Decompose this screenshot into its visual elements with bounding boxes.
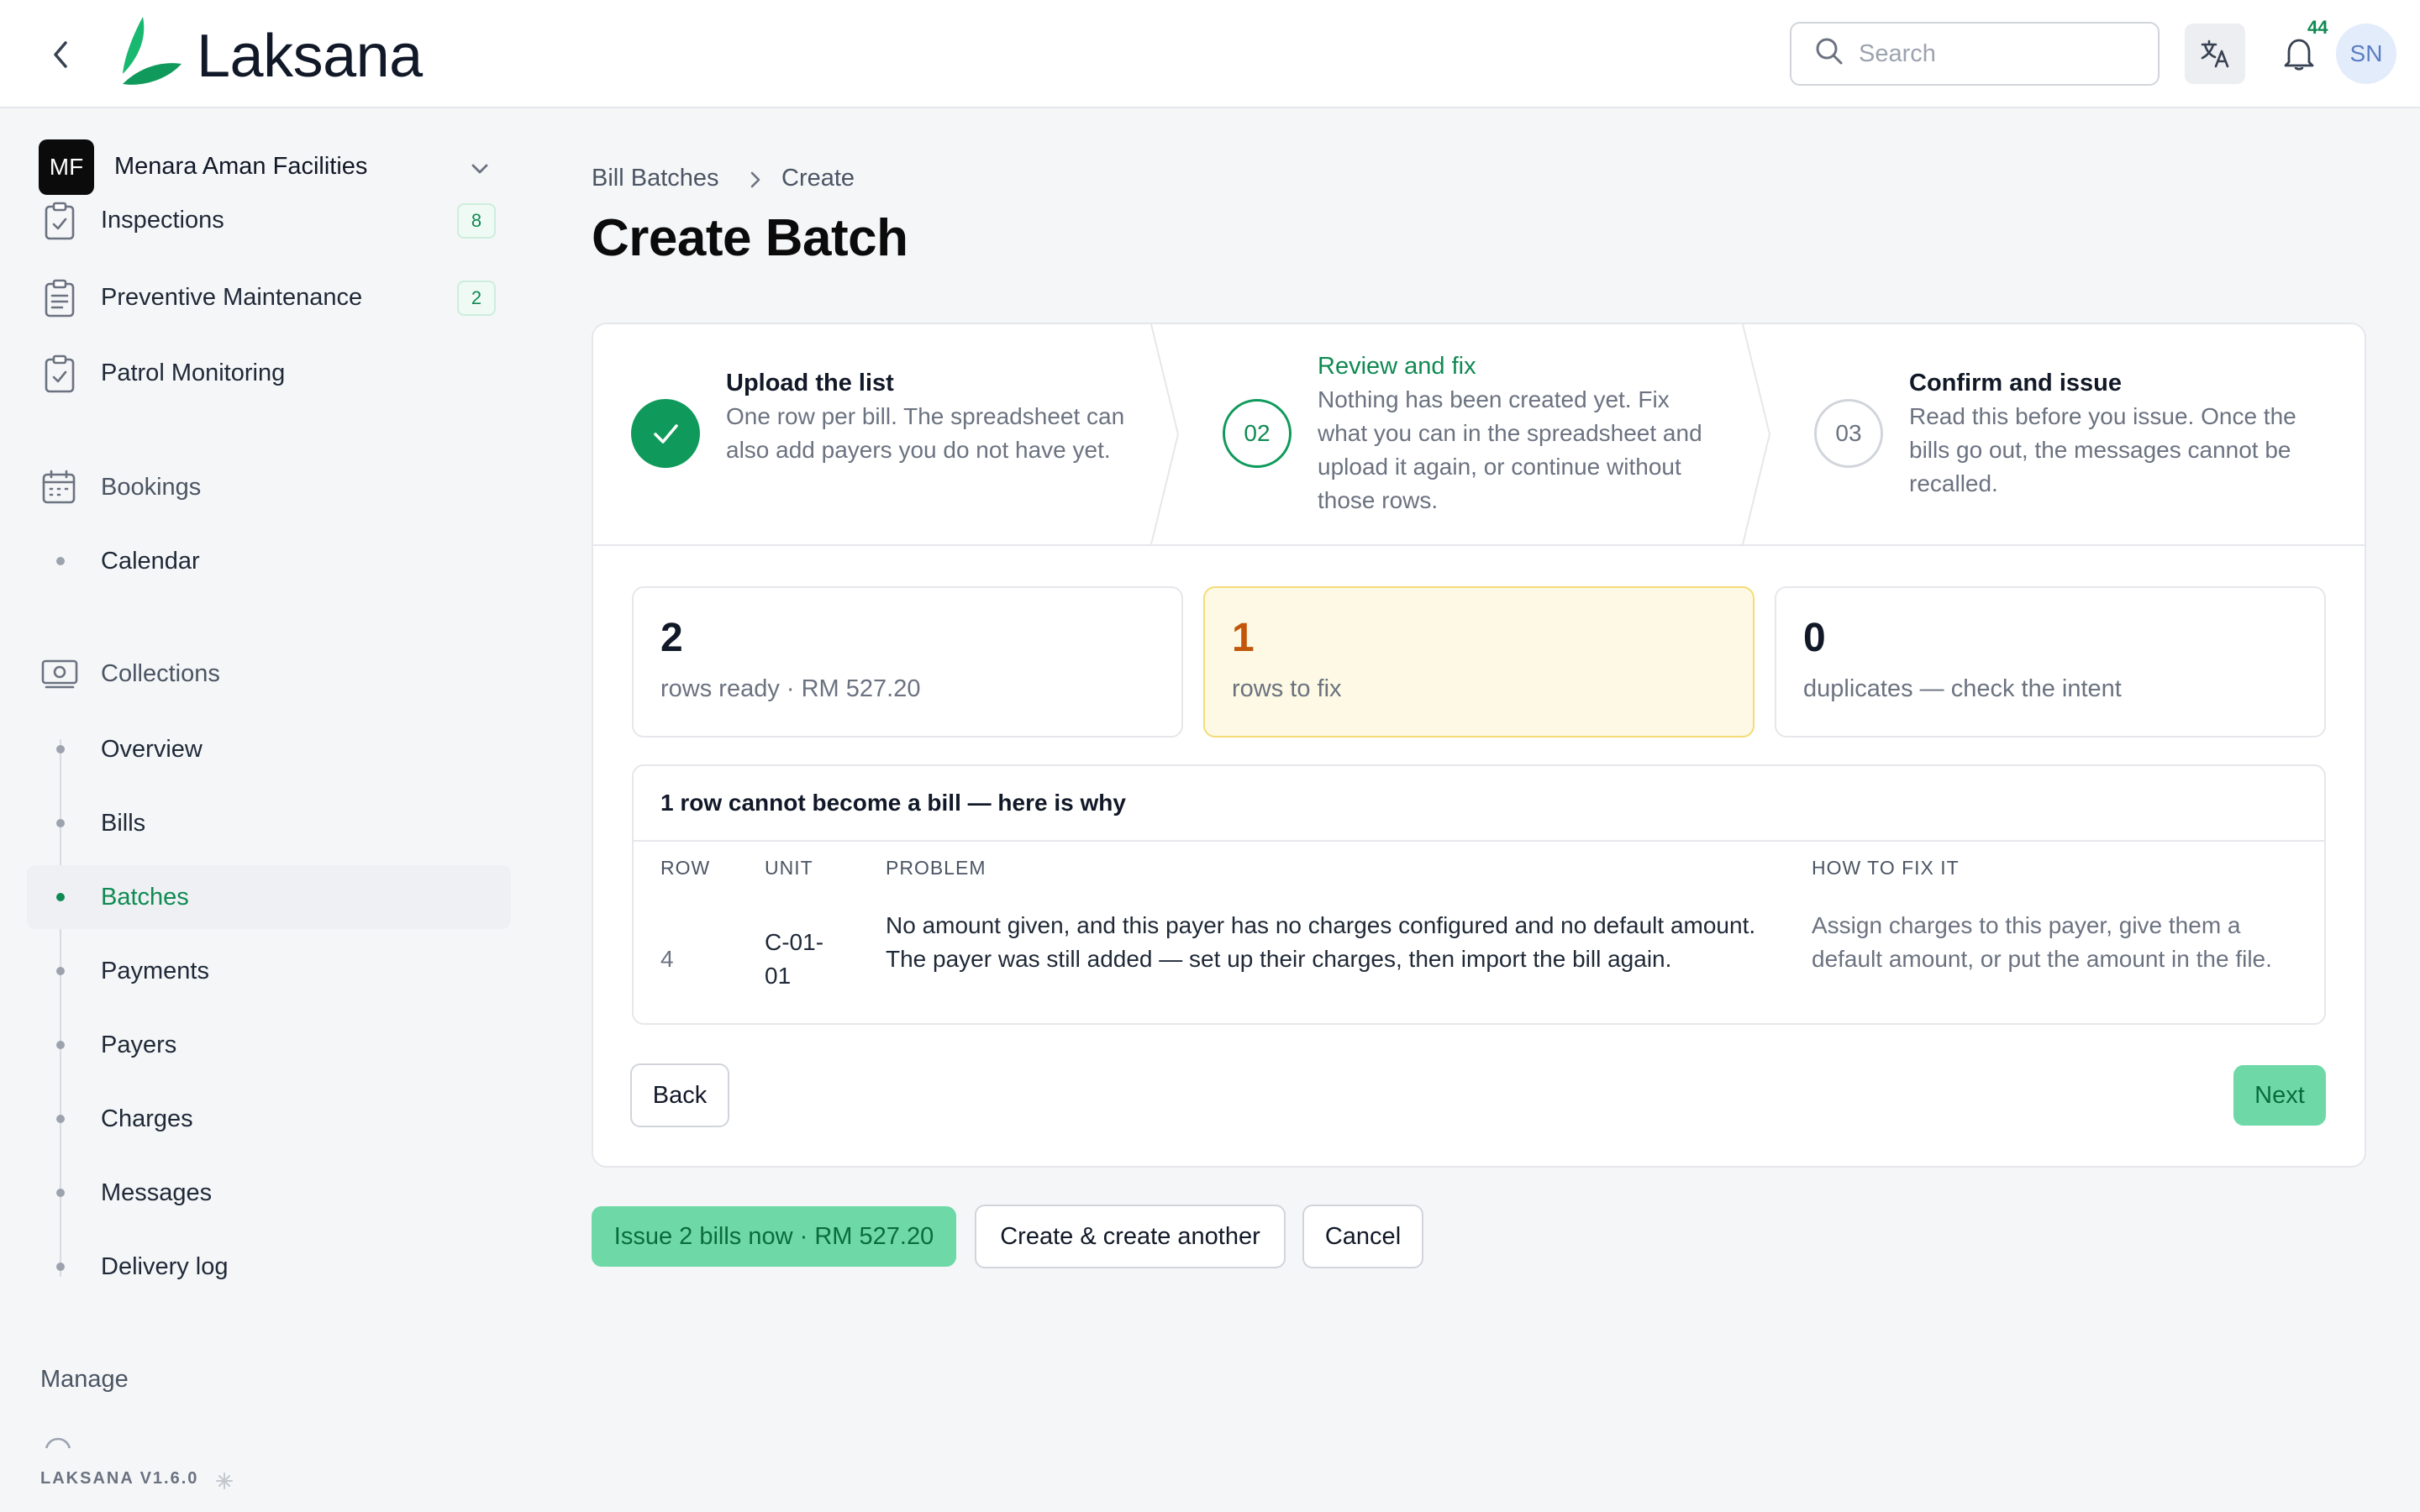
sidebar-sub-dot: [56, 1115, 65, 1123]
banknote-icon: [40, 657, 79, 696]
sidebar-item-calendar[interactable]: Calendar: [101, 548, 200, 575]
stat-value: 1: [1232, 616, 1255, 660]
stat-card-rows-to-fix[interactable]: 1 rows to fix: [1203, 586, 1754, 738]
issue-bills-button[interactable]: Issue 2 bills now · RM 527.20: [592, 1206, 956, 1267]
translate-icon[interactable]: [2185, 24, 2245, 84]
issue-unit: C-01-01: [765, 929, 824, 989]
breadcrumb-bill-batches[interactable]: Bill Batches: [592, 165, 719, 192]
sidebar-item-patrol-monitoring[interactable]: Patrol Monitoring: [101, 360, 285, 387]
issues-title: 1 row cannot become a bill — here is why: [660, 790, 1126, 816]
sidebar-item-messages[interactable]: Messages: [101, 1179, 212, 1207]
sidebar-item-charges[interactable]: Charges: [101, 1105, 193, 1133]
notification-count-badge: 44: [2307, 17, 2328, 38]
sidebar-sub-dot: [56, 1041, 65, 1049]
sidebar-sub-dot: [56, 1189, 65, 1197]
chevron-right-icon: [743, 165, 768, 201]
step-3-number: 03: [1814, 399, 1883, 468]
back-arrow-icon[interactable]: [42, 34, 79, 76]
sidebar-item-preventive-maintenance[interactable]: Preventive Maintenance: [101, 284, 362, 312]
brand-name: Laksana: [197, 23, 423, 90]
issues-divider: [634, 840, 2324, 842]
issue-problem: No amount given, and this payer has no c…: [886, 912, 1756, 972]
sidebar-item-payers[interactable]: Payers: [101, 1032, 176, 1059]
sidebar-sub-dot: [56, 1263, 65, 1271]
step-1-title: Upload the list: [726, 370, 894, 396]
column-header-how-to-fix: HOW TO FIX IT: [1812, 857, 1960, 879]
step-3-description: Read this before you issue. Once the bil…: [1909, 403, 2296, 496]
stat-card-rows-ready: 2 rows ready · RM 527.20: [632, 586, 1183, 738]
step-2-title: Review and fix: [1318, 353, 1476, 380]
stat-value: 0: [1803, 616, 1826, 660]
stat-label: duplicates — check the intent: [1803, 675, 2122, 702]
step-separator: [1150, 323, 1183, 550]
steps-divider: [593, 544, 2365, 546]
cancel-button[interactable]: Cancel: [1302, 1205, 1423, 1268]
sidebar-sub-dot: [56, 967, 65, 975]
stat-label: rows ready · RM 527.20: [660, 675, 921, 702]
next-button[interactable]: Next: [2233, 1065, 2326, 1126]
sidebar-item-bills[interactable]: Bills: [101, 810, 145, 837]
issue-row-number: 4: [660, 946, 674, 972]
sidebar-item-overview[interactable]: Overview: [101, 736, 203, 764]
search-icon: [1815, 37, 1844, 71]
column-header-problem: PROBLEM: [886, 857, 986, 879]
sidebar-item-delivery-log[interactable]: Delivery log: [101, 1253, 229, 1281]
sidebar-active-highlight: [27, 865, 511, 929]
page-title: Create Batch: [592, 209, 908, 267]
sidebar-section-bookings[interactable]: Bookings: [101, 474, 201, 501]
clipboard-check-icon: [42, 354, 77, 399]
org-switcher-name[interactable]: Menara Aman Facilities: [114, 153, 367, 181]
user-avatar[interactable]: SN: [2336, 24, 2396, 84]
sidebar-sub-dot-active: [56, 893, 65, 901]
laksana-logo-icon: [118, 17, 185, 95]
sidebar-item-batches[interactable]: Batches: [101, 884, 189, 911]
step-separator: [1741, 323, 1775, 550]
clipboard-list-icon: [42, 279, 77, 323]
sidebar-sub-dot: [56, 819, 65, 827]
back-button[interactable]: Back: [630, 1063, 729, 1127]
sparkle-icon: [215, 1470, 234, 1496]
stat-value: 2: [660, 616, 683, 660]
issue-fix: Assign charges to this payer, give them …: [1812, 912, 2272, 972]
calendar-icon: [40, 469, 77, 512]
search-input[interactable]: Search: [1790, 22, 2160, 86]
step-2-description: Nothing has been created yet. Fix what y…: [1318, 386, 1702, 513]
step-3-title: Confirm and issue: [1909, 370, 2122, 396]
chevron-down-icon[interactable]: [467, 156, 492, 187]
stat-label: rows to fix: [1232, 675, 1342, 702]
sidebar-item-payments[interactable]: Payments: [101, 958, 209, 985]
sidebar-section-manage: Manage: [40, 1366, 129, 1393]
app-version: LAKSANA V1.6.0: [40, 1469, 199, 1488]
step-2-number: 02: [1223, 399, 1292, 468]
column-header-unit: UNIT: [765, 857, 813, 879]
clipboard-check-icon: [42, 202, 77, 246]
org-badge: MF: [39, 139, 94, 195]
create-another-button[interactable]: Create & create another: [975, 1205, 1286, 1268]
column-header-row: ROW: [660, 857, 711, 879]
inspections-count-badge: 8: [457, 203, 496, 239]
breadcrumb-create: Create: [781, 165, 855, 192]
settings-icon: [44, 1436, 72, 1448]
step-1-description: One row per bill. The spreadsheet can al…: [726, 403, 1125, 463]
step-1-complete-check-icon: [631, 399, 700, 468]
stat-card-duplicates: 0 duplicates — check the intent: [1775, 586, 2326, 738]
preventive-maintenance-count-badge: 2: [457, 281, 496, 316]
sidebar-sub-dot: [56, 557, 65, 565]
sidebar-section-collections[interactable]: Collections: [101, 660, 220, 688]
search-placeholder: Search: [1859, 39, 1936, 67]
sidebar-sub-dot: [56, 745, 65, 753]
sidebar-item-inspections[interactable]: Inspections: [101, 207, 224, 234]
